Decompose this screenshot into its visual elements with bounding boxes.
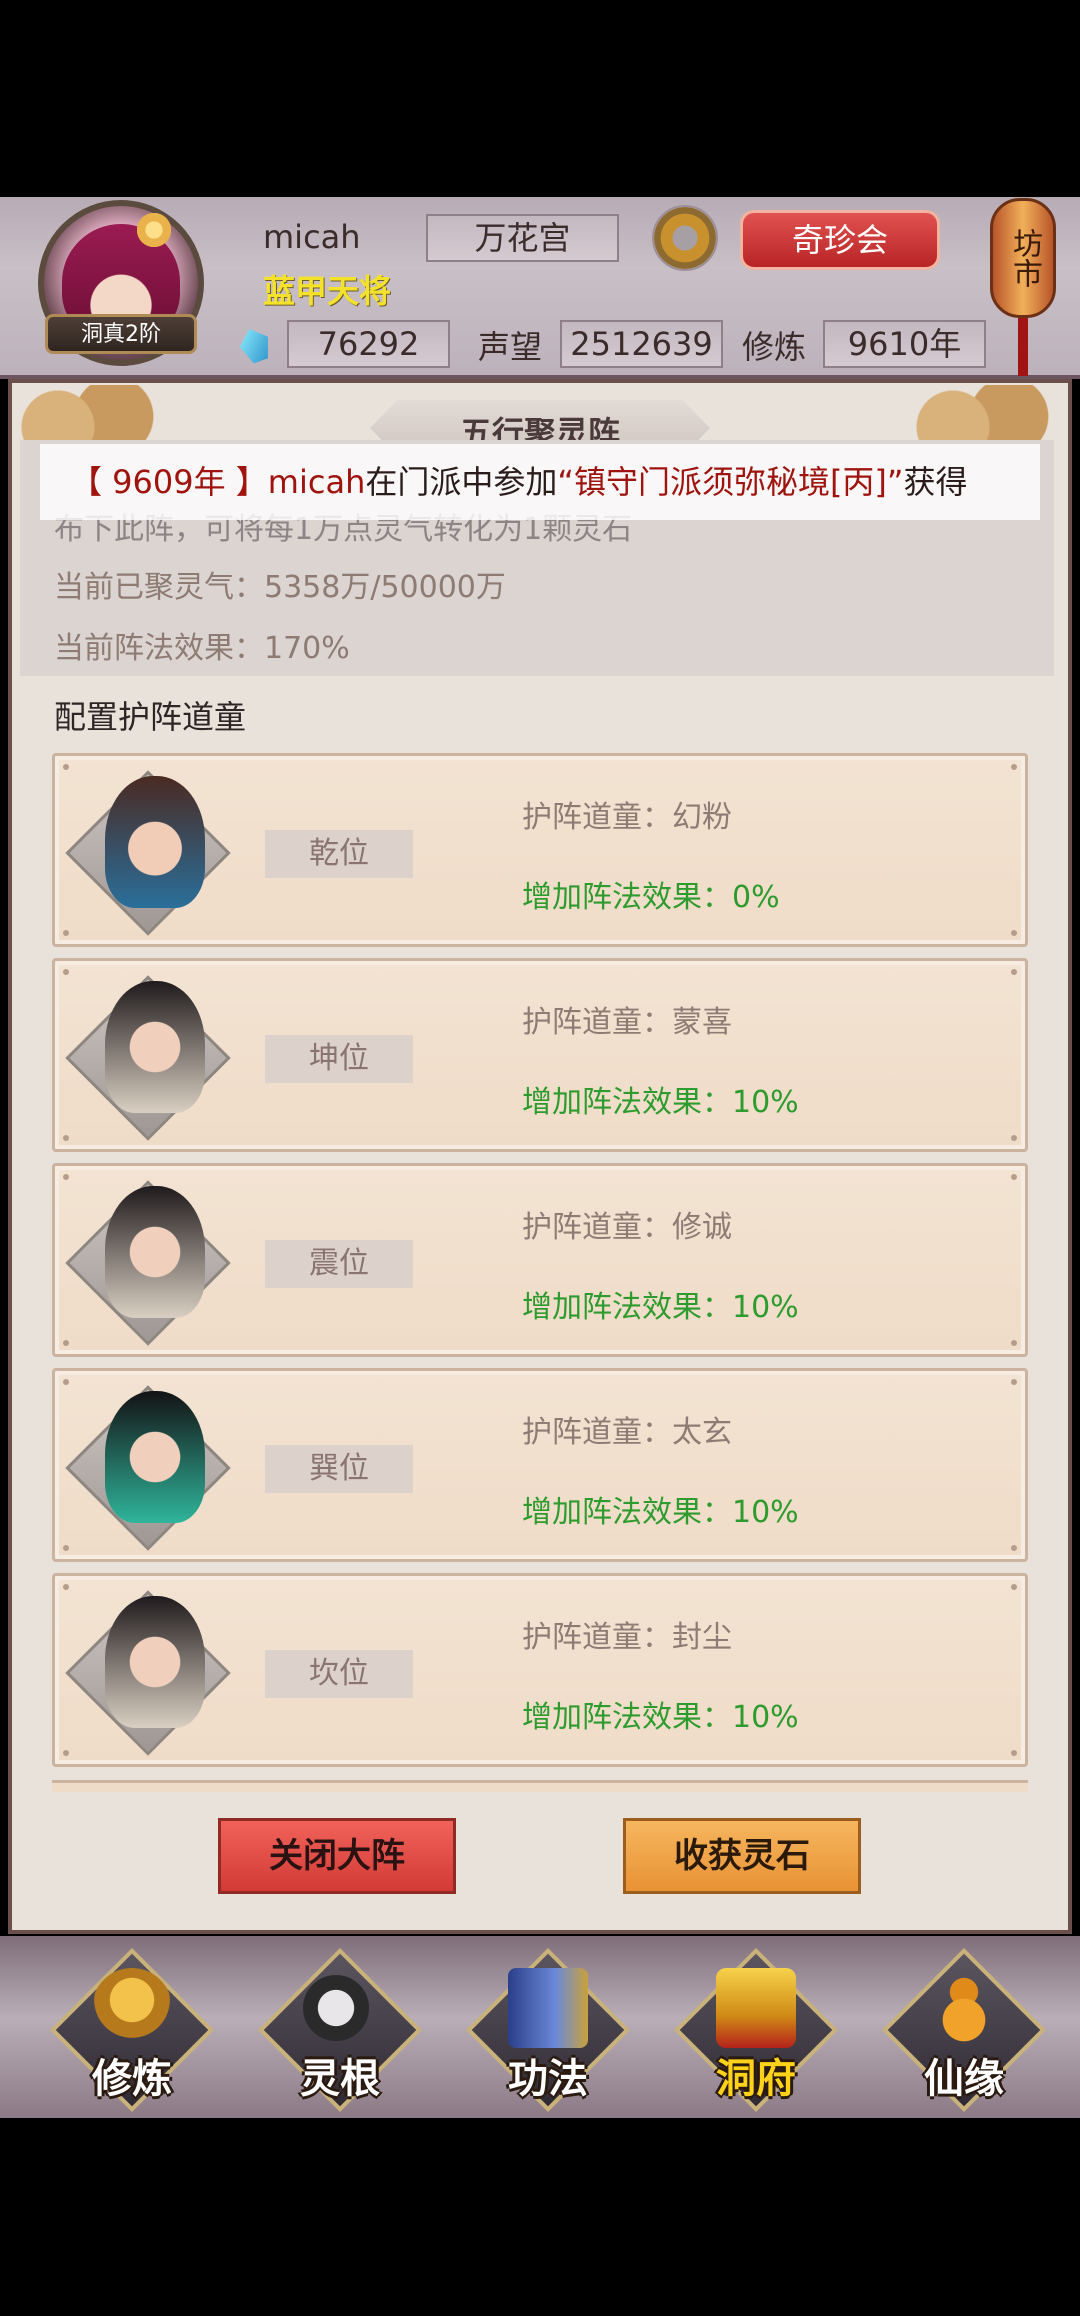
sect-name: 万花宫	[426, 214, 619, 262]
prestige-value: 2512639	[560, 320, 723, 368]
guardian-card[interactable]: 巽位 护阵道童：太玄 增加阵法效果：10%	[52, 1368, 1028, 1562]
event-marquee: 【 9609年 】micah在门派中参加“镇守门派须弥秘境[丙]”获得	[40, 444, 1040, 520]
avatar-flower-ornament	[134, 210, 174, 250]
market-lantern-button[interactable]: 坊市	[990, 198, 1056, 318]
guardian-portrait	[105, 776, 205, 908]
guardian-bonus: 增加阵法效果：10%	[522, 1495, 799, 1530]
lantern-tassel	[1018, 318, 1028, 376]
guardian-bonus: 增加阵法效果：0%	[522, 880, 780, 915]
player-title: 蓝甲天将	[263, 272, 392, 310]
nav-spirit-root[interactable]: 灵根	[257, 1947, 423, 2113]
nav-label: 功法	[508, 2056, 588, 2102]
position-tag: 坤位	[265, 1035, 413, 1083]
guardian-bonus: 增加阵法效果：10%	[522, 1700, 799, 1735]
nav-cultivate[interactable]: 修炼	[49, 1947, 215, 2113]
nav-label: 修炼	[92, 2056, 172, 2102]
guardian-name: 护阵道童：太玄	[522, 1415, 732, 1450]
nav-label: 仙缘	[924, 2056, 1004, 2102]
scripture-book-icon	[508, 1968, 588, 2048]
cultivation-value: 9610年	[823, 320, 986, 368]
gathered-qi: 当前已聚灵气：5358万/50000万	[54, 570, 506, 605]
guardian-portrait	[105, 1186, 205, 1318]
marquee-event: “镇守门派须弥秘境[丙]”	[557, 463, 904, 501]
nav-label: 洞府	[716, 2056, 796, 2102]
marquee-text: 在门派中参加	[365, 463, 558, 501]
marquee-year: 【 9609年 】	[70, 463, 268, 501]
guardian-card[interactable]: 乾位 护阵道童：幻粉 增加阵法效果：0%	[52, 753, 1028, 947]
player-name: micah	[263, 218, 361, 256]
marquee-player: micah	[267, 463, 366, 501]
nav-cave-dwelling[interactable]: 洞府	[673, 1947, 839, 2113]
prestige-label: 声望	[478, 328, 543, 366]
settings-gear-icon[interactable]	[652, 205, 718, 271]
guardian-name: 护阵道童：幻粉	[522, 800, 732, 835]
spirit-root-icon	[300, 1968, 380, 2048]
harvest-spirit-stones-button[interactable]: 收获灵石	[623, 1818, 861, 1894]
nav-label: 灵根	[300, 2056, 380, 2102]
nav-immortal-fate[interactable]: 仙缘	[881, 1947, 1047, 2113]
guardian-bonus: 增加阵法效果：10%	[522, 1085, 799, 1120]
guardian-bonus: 增加阵法效果：10%	[522, 1290, 799, 1325]
nav-technique[interactable]: 功法	[465, 1947, 631, 2113]
formation-effect: 当前阵法效果：170%	[54, 631, 350, 666]
rank-badge: 洞真2阶	[45, 314, 197, 354]
position-tag: 乾位	[265, 830, 413, 878]
guardian-name: 护阵道童：蒙喜	[522, 1005, 732, 1040]
position-tag: 巽位	[265, 1445, 413, 1493]
cave-palace-icon	[716, 1968, 796, 2048]
gourd-icon	[924, 1968, 1004, 2048]
close-formation-button[interactable]: 关闭大阵	[218, 1818, 456, 1894]
guardian-card-partial	[52, 1780, 1028, 1792]
monk-icon	[92, 1968, 172, 2048]
spirit-stone-count: 76292	[287, 320, 450, 368]
marquee-text-end: 获得	[903, 463, 968, 501]
position-tag: 震位	[265, 1240, 413, 1288]
guardian-card[interactable]: 坤位 护阵道童：蒙喜 增加阵法效果：10%	[52, 958, 1028, 1152]
guardian-card[interactable]: 震位 护阵道童：修诚 增加阵法效果：10%	[52, 1163, 1028, 1357]
cultivation-label: 修炼	[742, 328, 807, 366]
guardian-portrait	[105, 981, 205, 1113]
position-tag: 坎位	[265, 1650, 413, 1698]
guardian-portrait	[105, 1596, 205, 1728]
configure-guardians-label: 配置护阵道童	[54, 698, 247, 736]
treasure-fair-button[interactable]: 奇珍会	[740, 210, 940, 270]
guardian-portrait	[105, 1391, 205, 1523]
guardian-card[interactable]: 坎位 护阵道童：封尘 增加阵法效果：10%	[52, 1573, 1028, 1767]
guardian-name: 护阵道童：封尘	[522, 1620, 732, 1655]
guardian-name: 护阵道童：修诚	[522, 1210, 732, 1245]
